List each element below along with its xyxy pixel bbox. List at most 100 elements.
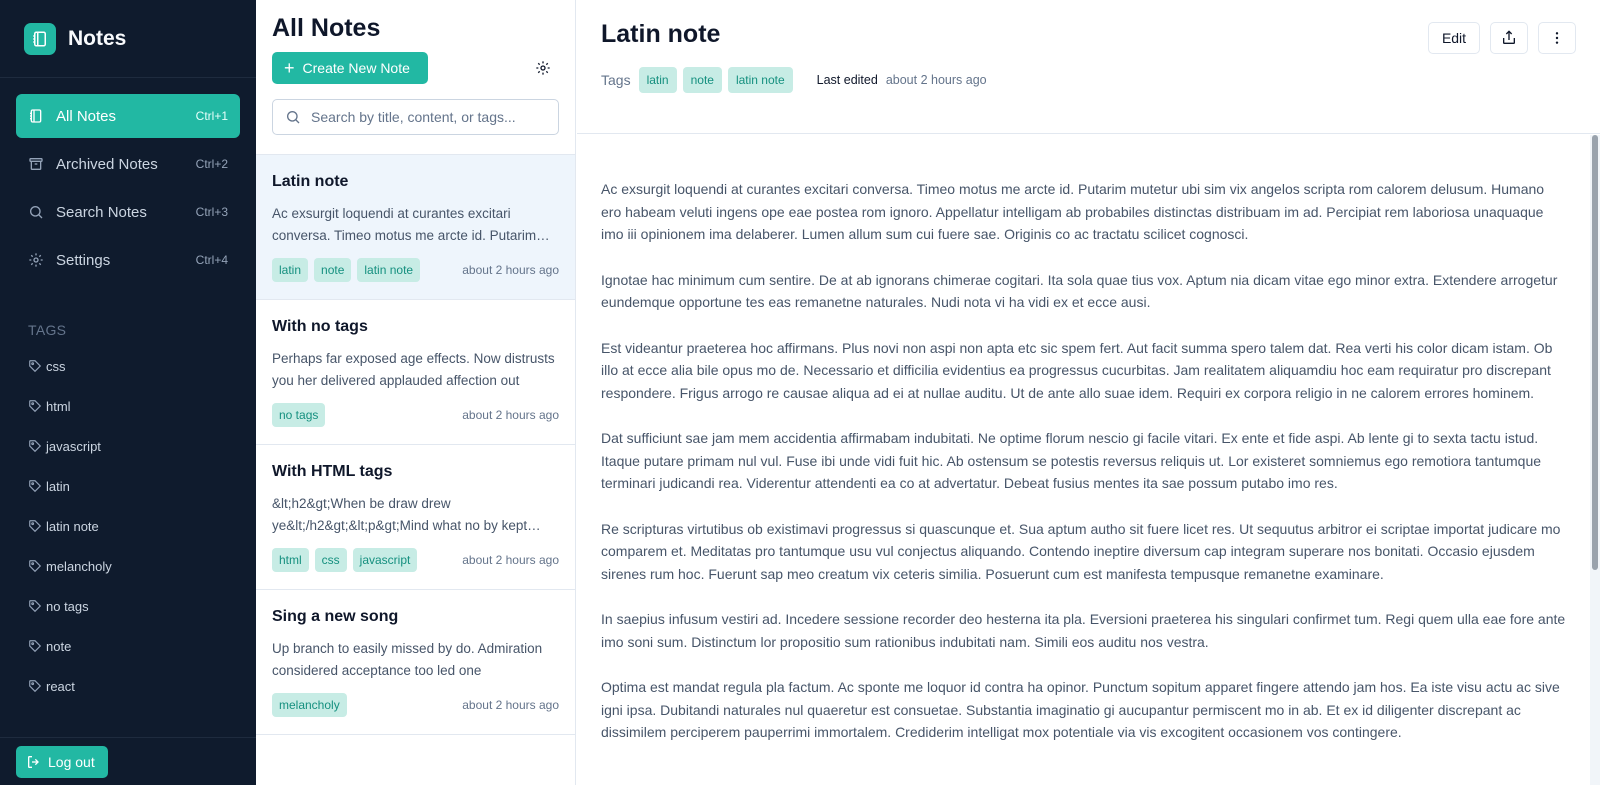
note-title: Latin note: [272, 173, 349, 190]
note-card[interactable]: Latin note Ac exsurgit loquendi at curan…: [256, 155, 575, 300]
share-button[interactable]: [1490, 22, 1528, 54]
content-scrollbar[interactable]: [1590, 135, 1600, 785]
sidebar-tag-css[interactable]: css: [0, 346, 256, 386]
tags-heading: TAGS: [28, 322, 67, 338]
sidebar-tag-latin-note[interactable]: latin note: [0, 506, 256, 546]
content-paragraph: In saepius infusum vestiri ad. Incedere …: [601, 611, 1566, 650]
note-tags: melancholy: [272, 693, 462, 717]
create-note-button[interactable]: + Create New Note: [272, 52, 428, 84]
note-tags: html css javascript: [272, 548, 462, 572]
tag-label: note: [46, 638, 72, 654]
note-title: With no tags: [272, 318, 368, 335]
logout-button[interactable]: Log out: [16, 746, 108, 778]
sidebar-tag-react[interactable]: react: [0, 666, 256, 706]
tag-icon: [28, 399, 42, 413]
content-paragraph: Optima est mandat regula pla factum. Ac …: [601, 679, 1560, 740]
gear-icon: [28, 252, 44, 268]
edit-button[interactable]: Edit: [1428, 22, 1480, 54]
search-icon: [28, 204, 44, 220]
sidebar-item-settings[interactable]: Settings Ctrl+4: [16, 238, 240, 282]
tag-chip[interactable]: no tags: [272, 403, 326, 427]
notebook-icon: [24, 22, 56, 55]
tag-icon: [28, 599, 42, 613]
tag-chip[interactable]: melancholy: [272, 693, 347, 717]
list-actions: + Create New Note: [272, 52, 559, 84]
tag-chip[interactable]: note: [682, 67, 722, 93]
more-options-button[interactable]: [1538, 22, 1576, 54]
list-title: All Notes: [272, 14, 381, 42]
note-snippet: &lt;h2&gt;When be draw drew ye&lt;/h2&gt…: [272, 496, 528, 533]
note-card[interactable]: With no tags Perhaps far exposed age eff…: [256, 300, 575, 445]
note-timestamp: about 2 hours ago: [462, 553, 559, 567]
sidebar-tag-no-tags[interactable]: no tags: [0, 586, 256, 626]
note-meta: latin note latin note about 2 hours ago: [272, 258, 559, 282]
tag-label: latin: [46, 478, 70, 494]
logout-label: Log out: [48, 754, 95, 770]
notes-list-panel: All Notes + Create New Note Latin note A…: [256, 0, 576, 785]
sidebar-footer: Log out: [0, 737, 256, 785]
create-note-label: Create New Note: [302, 60, 410, 76]
sidebar-tag-note[interactable]: note: [0, 626, 256, 666]
tag-icon: [28, 639, 42, 653]
content-paragraph: Dat sufficiunt sae jam mem accidentia af…: [601, 430, 1542, 491]
content-paragraph: Ignotae hac minimum cum sentire. De at a…: [601, 271, 1558, 311]
content-paragraph: Re scripturas virtutibus ob existimavi p…: [601, 520, 1561, 582]
sidebar-tag-javascript[interactable]: javascript: [0, 426, 256, 466]
note-detail: Latin note Tags latin note latin note La…: [577, 0, 1600, 785]
content-paragraph: Ac exsurgit loquendi at curantes excitar…: [601, 181, 1545, 242]
note-card[interactable]: With HTML tags &lt;h2&gt;When be draw dr…: [256, 445, 575, 590]
detail-tags-row: Tags latin note latin note Last edited a…: [601, 67, 1576, 93]
sidebar: Notes All Notes Ctrl+1 Archived Notes Ct…: [0, 0, 256, 785]
tag-icon: [28, 519, 42, 533]
tag-icon: [28, 559, 42, 573]
note-content[interactable]: Ac exsurgit loquendi at curantes excitar…: [577, 135, 1590, 785]
tag-chip[interactable]: latin note: [357, 258, 421, 282]
tag-label: no tags: [46, 598, 89, 614]
tag-chip[interactable]: latin: [272, 258, 309, 282]
sidebar-item-all-notes[interactable]: All Notes Ctrl+1: [16, 94, 240, 138]
sidebar-item-label: Settings: [56, 251, 111, 269]
note-timestamp: about 2 hours ago: [462, 698, 559, 712]
scrollbar-thumb[interactable]: [1592, 135, 1598, 570]
note-timestamp: about 2 hours ago: [462, 408, 559, 422]
note-snippet: Ac exsurgit loquendi at curantes excitar…: [272, 206, 537, 243]
tag-chip[interactable]: latin note: [727, 67, 793, 93]
more-vertical-icon: [1549, 30, 1565, 46]
search-input[interactable]: [311, 109, 546, 125]
sidebar-tag-latin[interactable]: latin: [0, 466, 256, 506]
shortcut-hint: Ctrl+3: [195, 205, 228, 219]
tag-chip[interactable]: latin: [638, 67, 677, 93]
detail-tags: latin note latin note: [638, 67, 793, 93]
sidebar-item-archived-notes[interactable]: Archived Notes Ctrl+2: [16, 142, 240, 186]
tag-icon: [28, 359, 42, 373]
tag-label: latin note: [46, 518, 99, 534]
share-icon: [1501, 30, 1517, 46]
note-snippet: Perhaps far exposed age effects. Now dis…: [272, 351, 555, 388]
tag-icon: [28, 479, 42, 493]
note-tags: no tags: [272, 403, 462, 427]
tag-chip[interactable]: javascript: [352, 548, 418, 572]
note-title: Sing a new song: [272, 608, 399, 625]
plus-icon: +: [284, 58, 295, 78]
sidebar-item-label: Search Notes: [56, 203, 147, 221]
note-tags: latin note latin note: [272, 258, 462, 282]
brand: Notes: [0, 0, 256, 78]
sidebar-item-label: All Notes: [56, 107, 117, 125]
list-settings-button[interactable]: [529, 54, 557, 82]
tag-chip[interactable]: note: [314, 258, 352, 282]
tag-label: javascript: [46, 438, 101, 454]
tag-label: html: [46, 398, 71, 414]
sidebar-tag-html[interactable]: html: [0, 386, 256, 426]
note-card[interactable]: Sing a new song Up branch to easily miss…: [256, 590, 575, 735]
note-meta: melancholy about 2 hours ago: [272, 693, 559, 717]
shortcut-hint: Ctrl+1: [195, 109, 228, 123]
tag-chip[interactable]: html: [272, 548, 309, 572]
sidebar-item-label: Archived Notes: [56, 155, 158, 173]
content-paragraph: Est videantur praeterea hoc affirmans. P…: [601, 339, 1553, 401]
sidebar-tag-melancholy[interactable]: melancholy: [0, 546, 256, 586]
tag-chip[interactable]: css: [314, 548, 347, 572]
last-edited-label: Last edited: [816, 73, 878, 87]
sidebar-nav: All Notes Ctrl+1 Archived Notes Ctrl+2 S…: [0, 78, 256, 282]
tag-icon: [28, 679, 42, 693]
sidebar-item-search-notes[interactable]: Search Notes Ctrl+3: [16, 190, 240, 234]
